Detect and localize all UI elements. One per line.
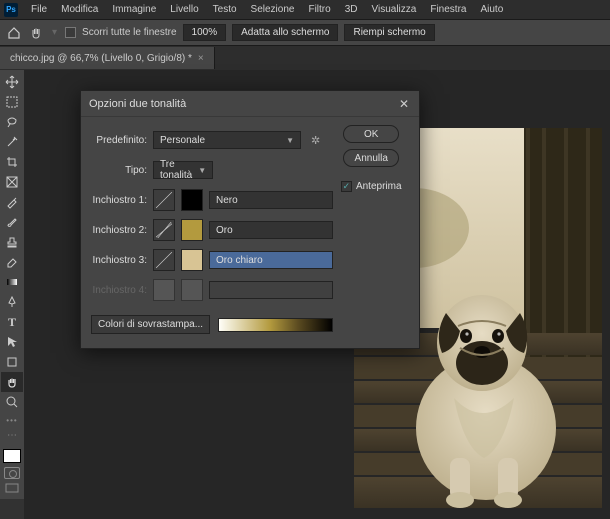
menu-image[interactable]: Immagine [105,4,163,15]
curve-thumb [153,279,175,301]
menu-bar: Ps File Modifica Immagine Livello Testo … [0,0,610,20]
tool-strip: T ••• ⋯ [0,70,24,499]
preset-label: Predefinito: [91,135,147,146]
ink-label: Inchiostro 1: [91,195,147,206]
ink-row-3: Inchiostro 3: Oro chiaro [91,245,333,275]
menu-filter[interactable]: Filtro [301,4,337,15]
quickmask-icon[interactable] [4,467,20,479]
swatch-fg-bg[interactable] [3,449,21,463]
screenmode-icon[interactable] [1,479,23,499]
preview-checkbox[interactable]: ✓ [341,181,352,192]
close-icon[interactable]: ✕ [397,97,411,111]
ok-button[interactable]: OK [343,125,399,143]
curve-thumb[interactable] [153,249,175,271]
document-tab-bar: chicco.jpg @ 66,7% (Livello 0, Grigio/8)… [0,46,610,70]
hand-tool-icon[interactable] [28,25,44,41]
chevron-down-icon: ▼ [198,166,206,175]
ink-row-4: Inchiostro 4: [91,275,333,305]
brush-tool-icon[interactable] [1,212,23,232]
ink-name-field[interactable]: Oro chiaro [209,251,333,269]
document-tab[interactable]: chicco.jpg @ 66,7% (Livello 0, Grigio/8)… [0,47,215,69]
ink-name-field [209,281,333,299]
ink-name-field[interactable]: Nero [209,191,333,209]
options-bar: ▾ Scorri tutte le finestre 100% Adatta a… [0,20,610,46]
duotone-dialog: Opzioni due tonalità ✕ Predefinito: Pers… [80,90,420,349]
ink-name-field[interactable]: Oro [209,221,333,239]
ink-swatch[interactable] [181,189,203,211]
edit-toolbar-icon[interactable]: ⋯ [1,425,23,445]
type-tool-icon[interactable]: T [1,312,23,332]
ink-swatch[interactable] [181,249,203,271]
menu-edit[interactable]: Modifica [54,4,105,15]
document-tab-label: chicco.jpg @ 66,7% (Livello 0, Grigio/8)… [10,53,192,64]
path-select-tool-icon[interactable] [1,332,23,352]
stamp-tool-icon[interactable] [1,232,23,252]
fit-screen-button[interactable]: Adatta allo schermo [232,24,338,41]
pen-tool-icon[interactable] [1,292,23,312]
dialog-title: Opzioni due tonalità [89,98,186,110]
ink-row-2: Inchiostro 2: Oro [91,215,333,245]
ink-label: Inchiostro 4: [91,285,147,296]
fill-screen-button[interactable]: Riempi schermo [344,24,434,41]
ink-row-1: Inchiostro 1: Nero [91,185,333,215]
dialog-titlebar[interactable]: Opzioni due tonalità ✕ [81,91,419,117]
gradient-tool-icon[interactable] [1,272,23,292]
zoom-field[interactable]: 100% [183,24,227,41]
lasso-tool-icon[interactable] [1,112,23,132]
gradient-ramp [218,318,333,332]
ink-label: Inchiostro 3: [91,255,147,266]
ink-swatch [181,279,203,301]
frame-tool-icon[interactable] [1,172,23,192]
menu-3d[interactable]: 3D [338,4,365,15]
overprint-button[interactable]: Colori di sovrastampa... [91,315,210,334]
menu-help[interactable]: Aiuto [473,4,510,15]
eraser-tool-icon[interactable] [1,252,23,272]
menu-select[interactable]: Selezione [244,4,302,15]
hand-tool-icon-left[interactable] [1,372,23,392]
menu-file[interactable]: File [24,4,54,15]
ink-swatch[interactable] [181,219,203,241]
preview-label: Anteprima [356,181,402,192]
tool-divider: ••• [6,416,17,425]
shape-tool-icon[interactable] [1,352,23,372]
gear-icon[interactable]: ✲ [311,134,320,147]
wand-tool-icon[interactable] [1,132,23,152]
zoom-tool-icon[interactable] [1,392,23,412]
scroll-all-label: Scorri tutte le finestre [82,27,176,38]
scroll-all-checkbox[interactable] [65,27,76,38]
menu-layer[interactable]: Livello [163,4,205,15]
type-dropdown[interactable]: Tre tonalità▼ [153,161,213,179]
crop-tool-icon[interactable] [1,152,23,172]
app-logo: Ps [4,3,18,17]
close-tab-icon[interactable]: × [198,53,204,64]
curve-thumb[interactable] [153,189,175,211]
eyedropper-tool-icon[interactable] [1,192,23,212]
menu-window[interactable]: Finestra [423,4,473,15]
home-icon[interactable] [6,25,22,41]
curve-thumb[interactable] [153,219,175,241]
menu-text[interactable]: Testo [206,4,244,15]
preset-dropdown[interactable]: Personale▼ [153,131,301,149]
type-label: Tipo: [91,165,147,176]
move-tool-icon[interactable] [1,72,23,92]
menu-view[interactable]: Visualizza [365,4,424,15]
ink-label: Inchiostro 2: [91,225,147,236]
cancel-button[interactable]: Annulla [343,149,399,167]
marquee-tool-icon[interactable] [1,92,23,112]
chevron-down-icon: ▼ [286,136,294,145]
